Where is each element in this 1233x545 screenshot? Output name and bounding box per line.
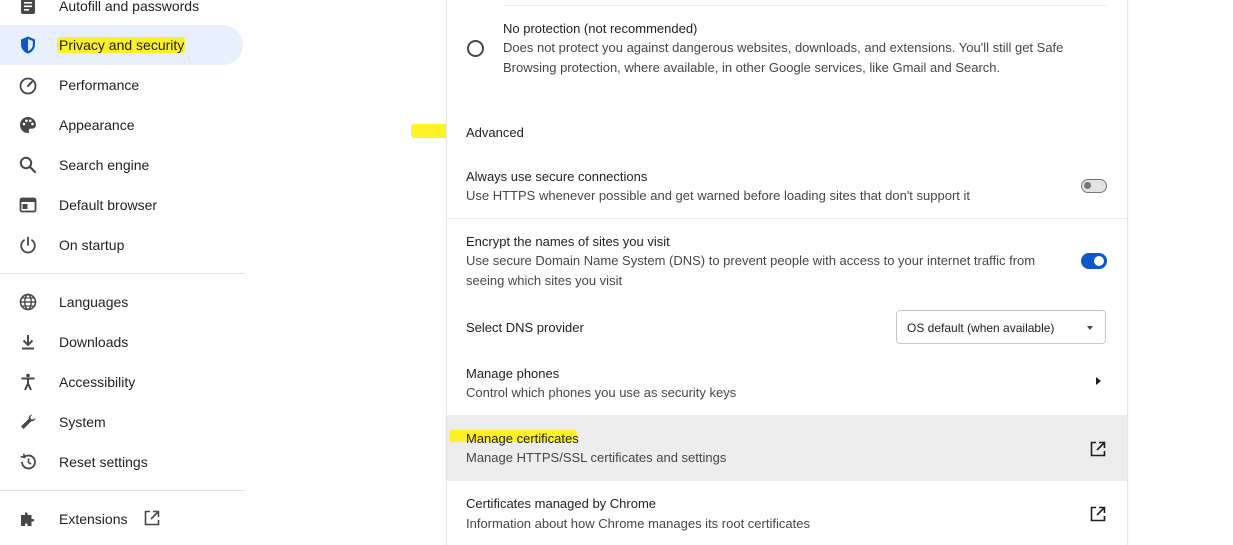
open-in-new-icon — [143, 509, 161, 527]
power-icon — [18, 235, 38, 255]
download-icon — [18, 332, 38, 352]
no-protection-description-line1: Does not protect you against dangerous w… — [503, 40, 1064, 55]
sidebar-item-downloads[interactable]: Downloads — [0, 322, 243, 362]
sidebar-item-label: Reset settings — [59, 454, 148, 470]
wrench-icon — [18, 412, 38, 432]
settings-sidebar: Autofill and passwords Privacy and secur… — [0, 0, 245, 545]
encrypt-dns-title: Encrypt the names of sites you visit — [466, 234, 670, 249]
manage-certificates-title: Manage certificates — [466, 431, 579, 446]
sidebar-item-performance[interactable]: Performance — [0, 65, 243, 105]
dns-provider-label: Select DNS provider — [466, 320, 584, 335]
sidebar-item-default-browser[interactable]: Default browser — [0, 185, 243, 225]
manage-phones-row[interactable]: Manage phones Control which phones you u… — [447, 357, 1127, 415]
row-separator — [447, 218, 1127, 219]
sidebar-item-on-startup[interactable]: On startup — [0, 225, 243, 265]
sidebar-item-label: Privacy and security — [59, 37, 185, 53]
clipboard-icon — [18, 0, 38, 16]
sidebar-item-label: Performance — [59, 77, 140, 93]
sidebar-item-privacy-security[interactable]: Privacy and security — [0, 25, 243, 65]
palette-icon — [18, 115, 38, 135]
sidebar-item-search-engine[interactable]: Search engine — [0, 145, 243, 185]
secure-connections-description: Use HTTPS whenever possible and get warn… — [466, 188, 970, 203]
no-protection-title: No protection (not recommended) — [503, 21, 698, 36]
globe-icon — [18, 292, 38, 312]
no-protection-option[interactable]: No protection (not recommended) Does not… — [447, 10, 1127, 85]
sidebar-item-label: Search engine — [59, 157, 150, 173]
manage-phones-description: Control which phones you use as security… — [466, 385, 737, 400]
sidebar-divider — [0, 490, 245, 491]
chevron-right-icon — [1096, 377, 1101, 385]
sidebar-item-label: System — [59, 414, 106, 430]
encrypt-dns-description-line2: seeing which sites you visit — [466, 273, 623, 288]
sidebar-item-system[interactable]: System — [0, 402, 243, 442]
toggle-knob — [1094, 256, 1104, 266]
accessibility-icon — [18, 372, 38, 392]
sidebar-item-label: Languages — [59, 294, 129, 310]
secure-connections-row[interactable]: Always use secure connections Use HTTPS … — [447, 160, 1127, 218]
chrome-certificates-row[interactable]: Certificates managed by Chrome Informati… — [447, 481, 1127, 545]
dns-provider-selected-value: OS default (when available) — [907, 321, 1055, 335]
settings-card: No protection (not recommended) Does not… — [447, 0, 1127, 545]
sidebar-item-languages[interactable]: Languages — [0, 282, 243, 322]
secure-connections-toggle[interactable] — [1081, 179, 1107, 193]
sidebar-item-label: Downloads — [59, 334, 129, 350]
no-protection-description-line2: Browsing protection, where available, in… — [503, 60, 1001, 75]
speedometer-icon — [18, 75, 38, 95]
dropdown-arrow-icon — [1087, 326, 1093, 330]
secure-connections-title: Always use secure connections — [466, 169, 648, 184]
manage-certificates-row[interactable]: Manage certificates Manage HTTPS/SSL cer… — [447, 416, 1127, 480]
chrome-certificates-description: Information about how Chrome manages its… — [466, 516, 810, 531]
dns-provider-select[interactable]: OS default (when available) — [896, 310, 1106, 344]
sidebar-item-accessibility[interactable]: Accessibility — [0, 362, 243, 402]
encrypt-dns-description-line1: Use secure Domain Name System (DNS) to p… — [466, 253, 1036, 268]
sidebar-item-label: On startup — [59, 237, 125, 253]
sidebar-item-label: Accessibility — [59, 374, 136, 390]
sidebar-item-label: Appearance — [59, 117, 135, 133]
search-icon — [18, 155, 38, 175]
sidebar-item-appearance[interactable]: Appearance — [0, 105, 243, 145]
sidebar-item-reset-settings[interactable]: Reset settings — [0, 442, 243, 482]
encrypt-dns-row[interactable]: Encrypt the names of sites you visit Use… — [447, 225, 1127, 295]
advanced-heading: Advanced — [466, 125, 524, 140]
sidebar-item-label: Default browser — [59, 197, 158, 213]
sidebar-divider — [0, 273, 245, 274]
history-icon — [18, 452, 38, 472]
sidebar-item-label: Extensions — [59, 511, 128, 527]
sidebar-item-extensions[interactable]: Extensions — [0, 499, 243, 539]
manage-certificates-description: Manage HTTPS/SSL certificates and settin… — [466, 450, 727, 465]
manage-phones-title: Manage phones — [466, 366, 560, 381]
sidebar-item-label: Autofill and passwords — [59, 0, 200, 14]
encrypt-dns-toggle[interactable] — [1081, 253, 1107, 269]
shield-icon — [18, 35, 38, 55]
open-in-new-icon[interactable] — [1089, 505, 1107, 523]
sidebar-item-autofill[interactable]: Autofill and passwords — [0, 0, 243, 26]
toggle-knob — [1084, 182, 1091, 189]
browser-window-icon — [18, 195, 38, 215]
row-separator — [503, 5, 1107, 6]
no-protection-radio[interactable] — [467, 40, 484, 57]
open-in-new-icon[interactable] — [1089, 440, 1107, 458]
puzzle-icon — [18, 509, 38, 529]
chrome-certificates-title: Certificates managed by Chrome — [466, 496, 657, 511]
